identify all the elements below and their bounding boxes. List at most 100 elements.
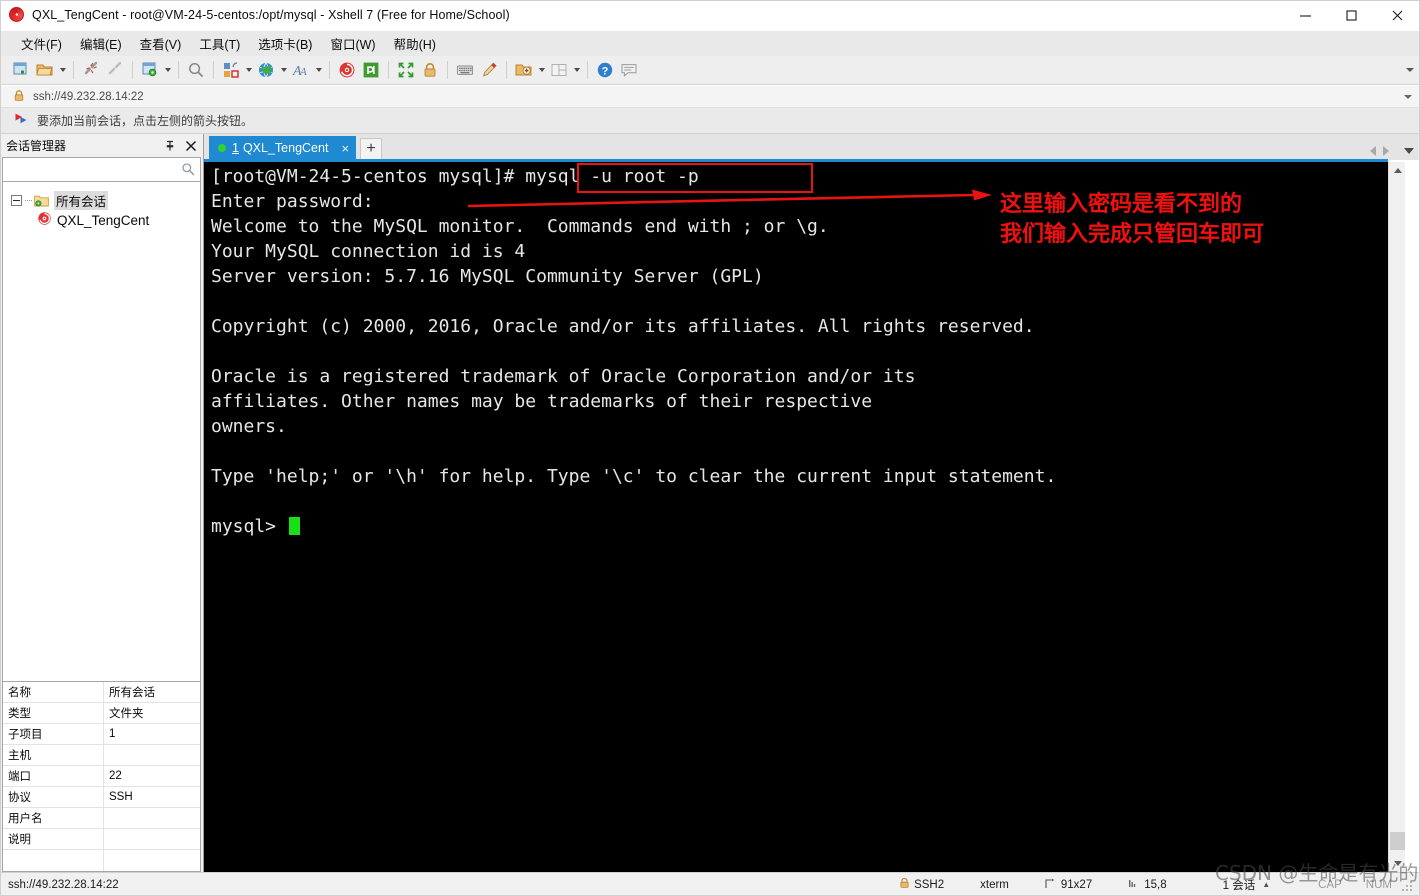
menu-file[interactable]: 文件(F) — [12, 31, 71, 56]
terminal-line: affiliates. Other names may be trademark… — [211, 391, 873, 412]
lock-icon — [899, 877, 910, 892]
chevron-right-icon[interactable] — [1383, 146, 1389, 156]
annotation-text: 这里输入密码是看不到的 我们输入完成只管回车即可 — [1000, 190, 1264, 250]
globe-icon[interactable] — [254, 58, 278, 82]
tree-node-all-sessions[interactable]: 所有会话 — [3, 190, 200, 210]
status-sessions[interactable]: 1 会话 — [1223, 877, 1256, 893]
terminal-output[interactable]: [root@VM-24-5-centos mysql]# mysql -u ro… — [204, 162, 1388, 872]
tab-number: 1 — [232, 141, 239, 155]
session-manager-title: 会话管理器 — [6, 139, 67, 153]
scrollbar-thumb[interactable] — [1390, 832, 1405, 850]
session-properties-table: 名称 所有会话 类型 文件夹 子项目 1 主机 端口 22 协议 SSH 用户名… — [2, 682, 201, 872]
tree-node-all-sessions-label: 所有会话 — [54, 190, 109, 210]
terminal-line: Your MySQL connection id is 4 — [211, 241, 526, 262]
status-cursor: 15,8 — [1128, 878, 1167, 892]
menu-edit[interactable]: 编辑(E) — [71, 31, 131, 56]
menu-tools[interactable]: 工具(T) — [190, 31, 249, 56]
minimize-button[interactable] — [1282, 0, 1328, 31]
connect-icon[interactable] — [79, 58, 103, 82]
property-key: 端口 — [3, 766, 104, 786]
scroll-up-icon[interactable] — [1389, 162, 1406, 179]
close-button[interactable] — [1374, 0, 1420, 31]
add-folder-dropdown[interactable] — [536, 59, 547, 81]
keyboard-icon[interactable] — [453, 58, 477, 82]
property-row: 子项目 1 — [3, 724, 200, 745]
tree-node-qxl-tengcent[interactable]: QXL_TengCent — [3, 210, 200, 230]
font-dropdown[interactable] — [313, 59, 324, 81]
terminal-line: Server version: 5.7.16 MySQL Community S… — [211, 266, 764, 287]
resize-icon — [1045, 878, 1056, 892]
status-protocol-label: SSH2 — [914, 878, 945, 891]
status-caps: CAP — [1318, 878, 1342, 891]
transfer-icon[interactable] — [219, 58, 243, 82]
terminal-prompt-line: mysql> — [211, 514, 1056, 539]
status-cursor-label: 15,8 — [1144, 878, 1167, 891]
new-session-icon[interactable] — [9, 58, 33, 82]
terminal-scrollbar[interactable] — [1388, 162, 1405, 872]
property-key: 协议 — [3, 787, 104, 807]
tab-navigation — [1370, 146, 1414, 156]
property-value — [104, 850, 200, 871]
highlight-icon[interactable] — [477, 58, 501, 82]
help-icon[interactable]: ? — [593, 58, 617, 82]
property-key: 主机 — [3, 745, 104, 765]
terminal-line: Enter password: — [211, 191, 374, 212]
menu-tabs[interactable]: 选项卡(B) — [249, 31, 321, 56]
property-value — [104, 829, 200, 849]
maximize-button[interactable] — [1328, 0, 1374, 31]
open-folder-icon[interactable] — [33, 58, 57, 82]
session-tree[interactable]: 所有会话 QXL_TengCent — [2, 182, 201, 682]
font-icon[interactable]: A A — [289, 58, 313, 82]
resize-grip-icon[interactable] — [1400, 879, 1412, 891]
comment-icon[interactable] — [617, 58, 641, 82]
fullscreen-icon[interactable] — [394, 58, 418, 82]
session-properties-icon[interactable] — [138, 58, 162, 82]
globe-dropdown[interactable] — [278, 59, 289, 81]
menu-help[interactable]: 帮助(H) — [385, 31, 445, 56]
xshell-window: QXL_TengCent - root@VM-24-5-centos:/opt/… — [0, 0, 1420, 896]
find-icon[interactable] — [184, 58, 208, 82]
scroll-down-icon[interactable] — [1389, 855, 1406, 872]
close-icon[interactable] — [182, 137, 199, 154]
property-key: 用户名 — [3, 808, 104, 828]
toolbar-separator — [132, 61, 133, 79]
menu-bar: 文件(F) 编辑(E) 查看(V) 工具(T) 选项卡(B) 窗口(W) 帮助(… — [0, 31, 1420, 56]
tree-expander-icon[interactable] — [11, 194, 22, 206]
pin-icon[interactable] — [161, 137, 178, 154]
layout-icon[interactable] — [547, 58, 571, 82]
search-icon — [181, 162, 195, 179]
session-search-input[interactable] — [2, 157, 201, 182]
property-key: 子项目 — [3, 724, 104, 744]
status-terminal-type: xterm — [980, 878, 1009, 891]
address-bar[interactable]: ssh://49.232.28.14:22 — [0, 86, 1420, 108]
property-row: 端口 22 — [3, 766, 200, 787]
toolbar-overflow-icon[interactable] — [1406, 68, 1414, 72]
xshell-icon[interactable] — [335, 58, 359, 82]
session-properties-dropdown[interactable] — [162, 59, 173, 81]
xftp-icon[interactable] — [359, 58, 383, 82]
open-folder-dropdown[interactable] — [57, 59, 68, 81]
toolbar-separator — [447, 61, 448, 79]
property-row: 协议 SSH — [3, 787, 200, 808]
status-size: 91x27 — [1045, 878, 1092, 892]
chevron-left-icon[interactable] — [1370, 146, 1376, 156]
terminal-line: [root@VM-24-5-centos mysql]# mysql -u ro… — [211, 166, 699, 187]
window-controls — [1282, 0, 1420, 31]
transfer-dropdown[interactable] — [243, 59, 254, 81]
status-sessions-caret[interactable]: ▲ — [1262, 880, 1270, 889]
menu-window[interactable]: 窗口(W) — [321, 31, 384, 56]
add-folder-icon[interactable] — [512, 58, 536, 82]
red-blue-flag-icon — [14, 112, 28, 129]
tab-qxl-tengcent[interactable]: 1 QXL_TengCent × — [209, 136, 357, 160]
property-key — [3, 850, 104, 871]
menu-view[interactable]: 查看(V) — [131, 31, 191, 56]
chevron-down-icon[interactable] — [1404, 148, 1414, 154]
layout-dropdown[interactable] — [571, 59, 582, 81]
lock-icon[interactable] — [418, 58, 442, 82]
address-dropdown-icon[interactable] — [1404, 94, 1412, 99]
new-tab-button[interactable]: + — [360, 138, 383, 160]
disconnect-icon[interactable] — [103, 58, 127, 82]
tab-close-icon[interactable]: × — [341, 142, 349, 155]
terminal-line: Oracle is a registered trademark of Orac… — [211, 366, 916, 387]
